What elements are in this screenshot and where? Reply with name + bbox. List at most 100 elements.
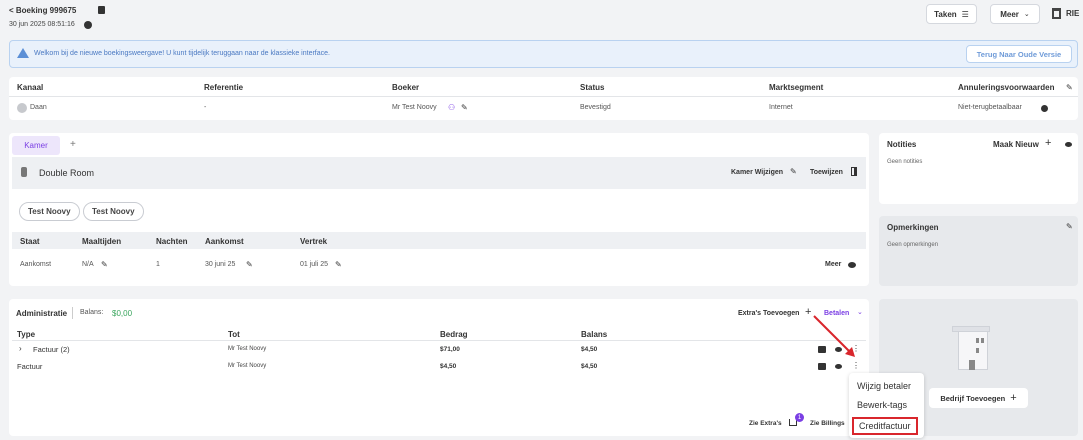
divider	[9, 96, 1078, 97]
invoice-type[interactable]: Factuur (2)	[33, 345, 70, 354]
administration-card	[9, 299, 869, 436]
annulering-value: Niet-terugbetaalbaar	[958, 104, 1022, 111]
add-company-label: Bedrijf Toevoegen	[940, 393, 1006, 403]
remarks-title: Opmerkingen	[887, 223, 939, 232]
invoice-balance: $4,50	[581, 346, 598, 353]
edit-icon[interactable]: ✎	[461, 103, 468, 112]
copy-icon[interactable]	[98, 6, 105, 14]
add-extras-button[interactable]: Extra's Toevoegen	[738, 310, 799, 317]
menu-item-credit-invoice[interactable]: Creditfactuur	[852, 417, 918, 435]
building-illustration-icon	[952, 326, 998, 372]
eye-icon[interactable]	[835, 364, 842, 369]
more-link[interactable]: Meer	[825, 261, 841, 268]
new-note-button[interactable]: Maak Nieuw	[993, 140, 1039, 149]
add-company-button[interactable]: Bedrijf Toevoegen +	[929, 388, 1028, 408]
annotation-arrow	[813, 315, 855, 357]
status-value: Bevestigd	[580, 104, 611, 111]
assign-button[interactable]: Toewijzen	[810, 169, 843, 176]
eye-icon[interactable]	[848, 262, 856, 268]
bed-icon	[21, 167, 27, 177]
maaltijden-value: N/A	[82, 261, 94, 268]
notes-empty: Geen notities	[887, 159, 923, 165]
col-header-type: Type	[17, 330, 36, 339]
col-header-vertrek: Vertrek	[300, 237, 328, 246]
balance-value: $0,00	[112, 309, 133, 318]
col-header-maaltijden: Maaltijden	[82, 237, 122, 246]
invoice-payer: Mr Test Noovy	[228, 363, 267, 369]
col-header-balans: Balans	[581, 330, 608, 339]
banner-text: Welkom bij de nieuwe boekingsweergave! U…	[34, 50, 330, 57]
referentie-value: -	[204, 104, 207, 111]
edit-icon[interactable]: ✎	[101, 260, 108, 269]
divider	[72, 307, 73, 319]
menu-item-change-payer[interactable]: Wijzig betaler	[857, 381, 911, 391]
chevron-down-icon: ⌄	[1023, 11, 1030, 18]
eye-icon[interactable]	[1065, 142, 1072, 147]
edit-icon[interactable]: ✎	[1066, 222, 1073, 231]
invoice-balance: $4,50	[581, 363, 598, 370]
building-icon	[1052, 8, 1061, 19]
staat-value: Aankomst	[20, 261, 52, 268]
col-header-aankomst: Aankomst	[205, 237, 244, 246]
kanaal-value: Daan	[30, 104, 47, 111]
print-icon[interactable]	[818, 363, 826, 370]
edit-icon[interactable]: ✎	[1066, 83, 1073, 92]
nachten-value: 1	[156, 261, 160, 268]
room-name: Double Room	[39, 168, 95, 178]
old-version-button[interactable]: Terug Naar Oude Versie	[966, 45, 1072, 63]
admin-title: Administratie	[16, 309, 68, 318]
door-icon	[851, 167, 857, 176]
guest-pill[interactable]: Test Noovy	[19, 202, 80, 221]
aankomst-value: 30 juni 25	[205, 261, 236, 268]
user-label[interactable]: RIE	[1066, 9, 1079, 18]
more-label: Meer	[1000, 9, 1019, 19]
avatar	[17, 103, 27, 113]
add-tab-button[interactable]: +	[70, 139, 76, 150]
col-header-status: Status	[580, 83, 605, 92]
back-link[interactable]: < Boeking 999675	[9, 6, 76, 15]
booking-datetime: 30 jun 2025 08:51:16	[9, 21, 75, 28]
col-header-kanaal: Kanaal	[17, 83, 44, 92]
kebab-menu-icon[interactable]: ⋮	[852, 361, 860, 370]
user-link-icon[interactable]: ⚇	[448, 103, 455, 112]
info-icon[interactable]	[1041, 105, 1048, 112]
edit-icon: ✎	[790, 167, 797, 176]
divider	[12, 340, 866, 341]
warning-icon	[17, 48, 29, 58]
tab-kamer[interactable]: Kamer	[12, 136, 60, 155]
col-header-staat: Staat	[20, 237, 40, 246]
boeker-value[interactable]: Mr Test Noovy	[392, 104, 437, 111]
edit-icon[interactable]: ✎	[335, 260, 342, 269]
see-billings-link[interactable]: Zie Billings	[810, 420, 845, 427]
invoice-amount: $71,00	[440, 346, 460, 353]
extras-badge: 1	[795, 413, 804, 422]
segment-value: Internet	[769, 104, 793, 111]
see-extras-link[interactable]: Zie Extra's	[749, 420, 782, 427]
change-room-button[interactable]: Kamer Wijzigen	[731, 169, 783, 176]
col-header-referentie: Referentie	[204, 83, 244, 92]
col-header-segment: Marktsegment	[769, 83, 824, 92]
invoice-amount: $4,50	[440, 363, 457, 370]
edit-icon[interactable]: ✎	[246, 260, 253, 269]
col-header-nachten: Nachten	[156, 237, 188, 246]
more-button[interactable]: Meer ⌄	[990, 4, 1040, 24]
notes-title: Notities	[887, 140, 917, 149]
list-icon: ☰	[961, 9, 969, 19]
vertrek-value: 01 juli 25	[300, 261, 329, 268]
invoice-type[interactable]: Factuur	[17, 362, 42, 371]
booking-info-card	[9, 77, 1078, 120]
tasks-button[interactable]: Taken ☰	[926, 4, 977, 24]
plus-icon[interactable]: +	[1045, 137, 1051, 149]
chevron-right-icon[interactable]: ›	[19, 344, 22, 353]
guest-pill[interactable]: Test Noovy	[83, 202, 144, 221]
col-header-bedrag: Bedrag	[440, 330, 468, 339]
remarks-empty: Geen opmerkingen	[887, 242, 939, 248]
col-header-boeker: Boeker	[392, 83, 420, 92]
balance-label: Balans:	[80, 309, 104, 316]
tasks-label: Taken	[934, 9, 957, 19]
col-header-annulering: Annuleringsvoorwaarden	[958, 83, 1055, 92]
info-icon[interactable]	[84, 21, 92, 29]
invoice-context-menu: Wijzig betaler Bewerk-tags Creditfactuur	[849, 373, 924, 438]
invoice-payer: Mr Test Noovy	[228, 346, 267, 352]
menu-item-edit-tags[interactable]: Bewerk-tags	[857, 400, 907, 410]
